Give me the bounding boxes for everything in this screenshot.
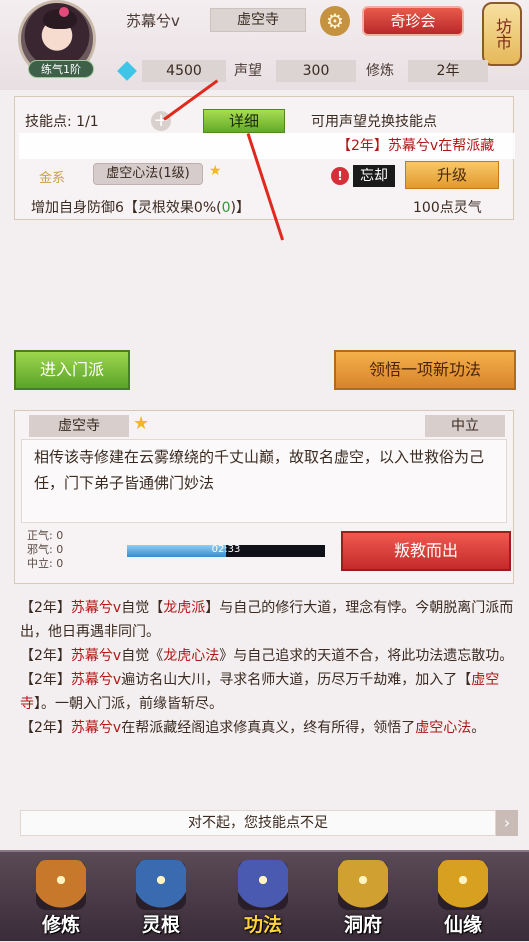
bottom-nav: 修炼 灵根 功法 洞府 仙缘 (0, 850, 529, 941)
gourd-icon (438, 860, 488, 910)
treasure-button[interactable]: 奇珍会 (362, 6, 464, 36)
log-part-b: 自觉《 (121, 648, 164, 664)
skill-effect: 增加自身防御6【灵根效果0%(0)】 (31, 197, 250, 217)
effect-prefix: 增加自身防御6【灵根效果0%( (31, 200, 222, 216)
gear-icon[interactable]: ⚙ (320, 6, 350, 36)
nav-item-3[interactable]: 洞府 (318, 858, 408, 942)
spirit-stone-count: 4500 (142, 60, 226, 82)
skill-name-tag[interactable]: 虚空心法(1级) (93, 163, 203, 185)
effect-green: 0 (221, 200, 231, 216)
progress-text: 02:33 (211, 544, 241, 555)
stats-row: 4500 声望 300 修炼 2年 (117, 58, 518, 84)
nav-item-0[interactable]: 修炼 (16, 858, 106, 942)
skill-box: 技能点: 1/1 + 详细 可用声望兑换技能点 【2年】苏幕兮v在帮派藏 金系 … (14, 96, 515, 220)
alignment-stats: 正气: 0 邪气: 0 中立: 0 (27, 529, 63, 571)
element-tag: 金系 (39, 171, 66, 186)
log-part-b: 自觉【 (121, 600, 164, 616)
nav-item-1[interactable]: 灵根 (116, 858, 206, 942)
sect-name: 虚空寺 (210, 8, 306, 32)
log-part-y: 【2年】 (20, 672, 71, 688)
cultivation-label: 修炼 (366, 63, 394, 79)
effect-suffix: )】 (230, 200, 250, 216)
log-part-c: 龙虎派 (163, 600, 206, 616)
sect-panel: 虚空寺 ★ 中立 相传该寺修建在云雾缭绕的千丈山巅，故取名虚空，以入世救俗为己任… (14, 410, 514, 584)
reputation-label: 声望 (234, 63, 262, 79)
main-panel: 技能点: 1/1 + 详细 可用声望兑换技能点 【2年】苏幕兮v在帮派藏 金系 … (0, 79, 529, 850)
nav-label: 洞府 (343, 914, 382, 936)
avatar-flower (59, 7, 69, 17)
player-name: 苏幕兮v (126, 12, 180, 30)
upgrade-button[interactable]: 升级 (405, 161, 499, 189)
skill-cost: 100点灵气 (413, 200, 482, 216)
event-log: 【2年】苏幕兮v自觉【龙虎派】与自己的修行大道，理念有悖。今朝脱离门派而出，他日… (20, 596, 514, 740)
skill-points: 技能点: 1/1 (25, 114, 99, 130)
pagoda-icon (338, 860, 388, 910)
log-part-c: 虚空心法 (415, 720, 472, 736)
join-sect-button[interactable]: 进入门派 (14, 350, 130, 390)
log-part-b: 在帮派藏经阁追求修真真义，终有所得，领悟了 (121, 720, 416, 736)
nav-label: 仙缘 (443, 914, 482, 936)
toast-message: 对不起，您技能点不足 (20, 810, 496, 836)
marquee-text: 【2年】苏幕兮v在帮派藏 (337, 138, 495, 154)
top-header: 练气1阶 苏幕兮v 虚空寺 ⚙ 奇珍会 坊市 4500 声望 300 修炼 2年 (0, 0, 529, 90)
betray-button[interactable]: 叛教而出 (341, 531, 511, 571)
log-entry: 【2年】苏幕兮v遍访名山大川，寻求名师大道，历尽万千劫难，加入了【虚空寺】。一朝… (20, 668, 514, 716)
log-part-y: 【2年】 (20, 600, 71, 616)
exchange-hint: 可用声望兑换技能点 (311, 114, 437, 130)
book-icon (238, 860, 288, 910)
righteous-value: 正气: 0 (27, 529, 64, 542)
evil-value: 邪气: 0 (27, 543, 64, 556)
log-part-a: 苏幕兮v (70, 672, 122, 688)
marquee-broadcast: 【2年】苏幕兮v在帮派藏 (19, 133, 515, 159)
progress-bar: 02:33 (127, 544, 325, 557)
learn-skill-button[interactable]: 领悟一项新功法 (334, 350, 516, 390)
monk-icon (36, 860, 86, 910)
nav-label: 修炼 (41, 914, 80, 936)
log-entry: 【2年】苏幕兮v自觉《龙虎心法》与自己追求的天道不合，将此功法遗忘散功。 (20, 644, 514, 668)
log-part-d: 》与自己追求的天道不合，将此功法遗忘散功。 (219, 648, 514, 664)
log-entry: 【2年】苏幕兮v自觉【龙虎派】与自己的修行大道，理念有悖。今朝脱离门派而出，他日… (20, 596, 514, 644)
log-part-y: 【2年】 (20, 720, 71, 736)
log-entry: 【2年】苏幕兮v在帮派藏经阁追求修真真义，终有所得，领悟了虚空心法。 (20, 716, 514, 740)
log-part-b: 遍访名山大川，寻求名师大道，历尽万千劫难，加入了【 (121, 672, 472, 688)
reputation-value: 300 (276, 60, 356, 82)
log-part-d: 】。一朝入门派，前缘皆斩尽。 (34, 696, 223, 712)
nav-label: 功法 (243, 914, 282, 936)
nav-label: 灵根 (141, 914, 180, 936)
log-part-a: 苏幕兮v (70, 648, 122, 664)
log-part-a: 苏幕兮v (70, 600, 122, 616)
log-part-c: 龙虎心法 (163, 648, 220, 664)
sword-icon (136, 860, 186, 910)
sect-name-tab: 虚空寺 (29, 415, 129, 437)
star-icon: ★ (133, 413, 150, 434)
spirit-stone-icon (117, 61, 137, 81)
chevron-right-icon[interactable]: › (496, 810, 518, 836)
sect-description: 相传该寺修建在云雾缭绕的千丈山巅，故取名虚空，以入世救俗为己任，门下弟子皆通佛门… (21, 439, 507, 523)
log-part-a: 苏幕兮v (70, 720, 122, 736)
nav-item-4[interactable]: 仙缘 (418, 858, 508, 942)
warning-icon: ! (331, 167, 349, 185)
forget-button[interactable]: 忘却 (353, 165, 395, 187)
detail-button[interactable]: 详细 (203, 109, 285, 133)
log-part-y: 【2年】 (20, 648, 71, 664)
star-icon: ★ (209, 163, 222, 179)
neutral-value: 中立: 0 (27, 557, 64, 570)
log-part-d: 。 (471, 720, 486, 736)
rank-badge: 练气1阶 (28, 60, 94, 78)
nav-item-2[interactable]: 功法 (218, 858, 308, 942)
alignment-tab: 中立 (425, 415, 505, 437)
shop-button[interactable]: 坊市 (482, 2, 522, 66)
cultivation-value: 2年 (408, 60, 488, 82)
